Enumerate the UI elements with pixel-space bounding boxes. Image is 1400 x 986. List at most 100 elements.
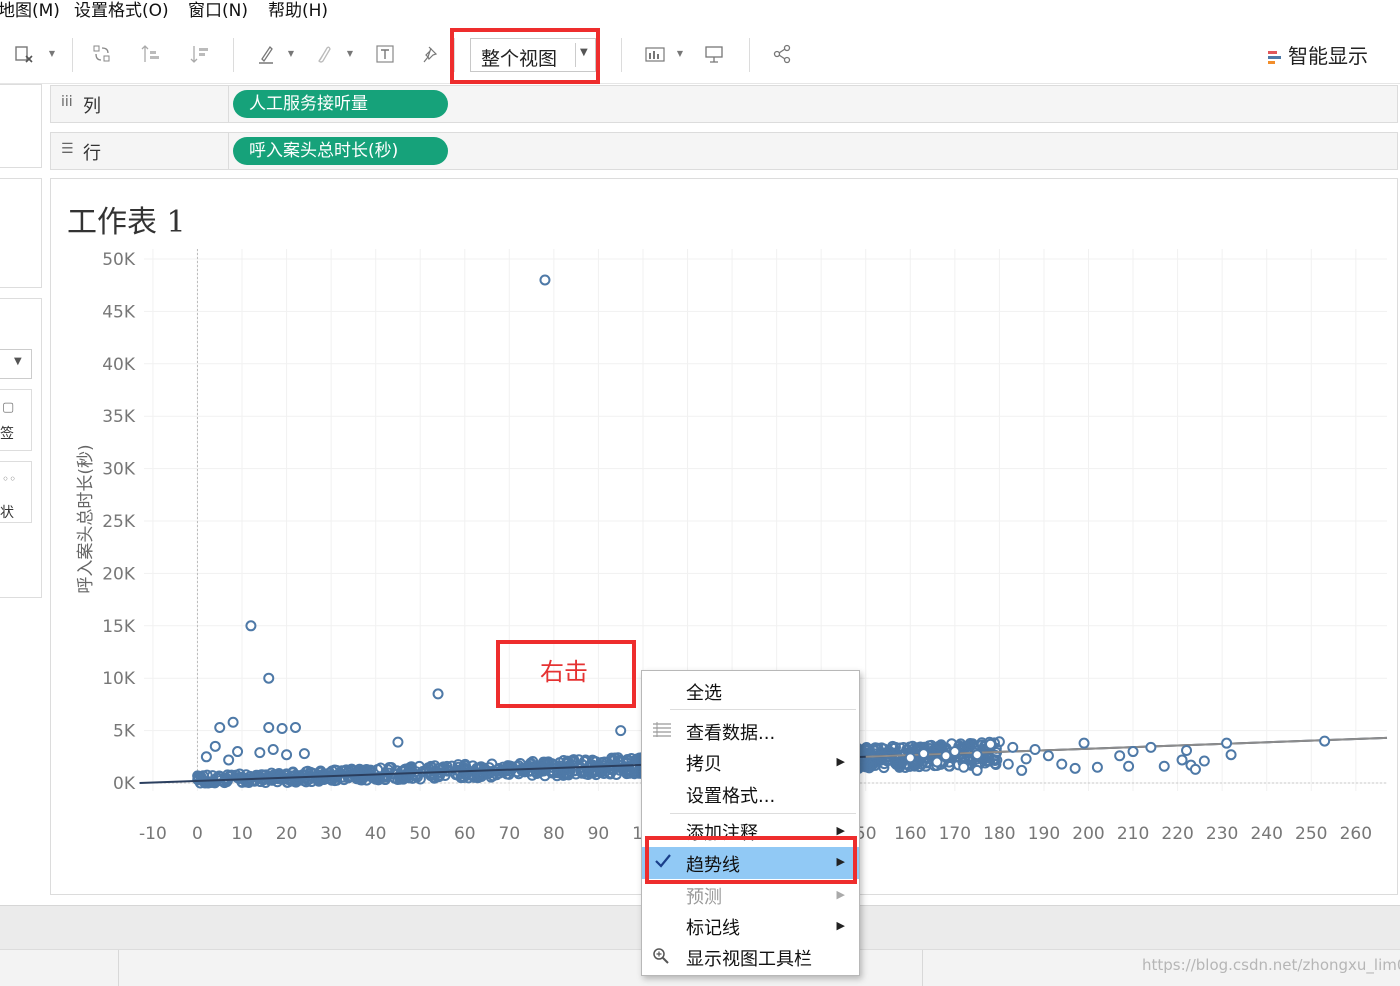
scatter-point	[298, 748, 310, 760]
y-tick-label: 10K	[102, 669, 136, 689]
scatter-point	[432, 688, 444, 700]
pin-icon[interactable]	[419, 42, 443, 66]
scatter-point	[615, 725, 627, 737]
rows-field-pill[interactable]: 呼入案头总时长(秒)	[233, 137, 448, 165]
share-icon[interactable]	[770, 42, 794, 66]
show-cards-dropdown-icon[interactable]: ▼	[675, 42, 685, 66]
sort-descending-icon[interactable]	[188, 42, 212, 66]
x-tick-label: 220	[1161, 824, 1193, 844]
menu-separator	[670, 813, 856, 814]
group-dropdown-icon[interactable]: ▼	[345, 42, 355, 66]
scatter-point	[1029, 743, 1041, 755]
menu-format[interactable]: 设置格式(O)	[74, 0, 169, 22]
shape-card-text: 状	[0, 505, 14, 521]
columns-shelf[interactable]: iii 列 人工服务接听量	[50, 85, 1398, 123]
columns-shelf-label: 列	[83, 96, 101, 117]
shape-card-icon: ◦◦	[2, 472, 17, 486]
rows-icon: ☰	[61, 141, 74, 157]
right-click-annotation: 右击	[540, 658, 588, 686]
toolbar-separator	[72, 38, 73, 72]
group-icon[interactable]	[311, 42, 335, 66]
menu-item-forecast[interactable]: 预测 ▶	[642, 880, 859, 910]
x-tick-label: 160	[894, 824, 926, 844]
y-tick-label: 20K	[102, 564, 136, 584]
scatter-point	[1078, 737, 1090, 749]
menu-window[interactable]: 窗口(N)	[188, 0, 248, 22]
scatter-point	[1016, 764, 1028, 776]
scatter-point	[267, 743, 279, 755]
smart-show-button[interactable]: 智能显示	[1268, 40, 1368, 68]
y-tick-label: 40K	[102, 355, 136, 375]
scatter-point	[931, 756, 943, 768]
y-tick-label: 30K	[102, 460, 136, 480]
x-tick-label: 190	[1028, 824, 1060, 844]
y-tick-label: 35K	[102, 407, 136, 427]
scatter-point	[392, 736, 404, 748]
scatter-point	[1114, 750, 1126, 762]
scatter-point	[1225, 749, 1237, 761]
chevron-down-icon: ▼	[14, 356, 22, 367]
scatter-point	[918, 748, 930, 760]
x-tick-label: 0	[192, 824, 203, 844]
menu-separator	[670, 709, 856, 710]
scatter-point	[254, 747, 266, 759]
swap-rows-columns-icon[interactable]	[90, 42, 114, 66]
menu-item-select-all[interactable]: 全选	[642, 676, 859, 706]
toolbar-separator	[233, 38, 234, 72]
left-pages-panel	[0, 84, 42, 168]
left-filters-panel	[0, 178, 42, 288]
scatter-point	[1020, 753, 1032, 765]
menu-item-show-view-toolbar[interactable]: 显示视图工具栏	[642, 942, 859, 972]
y-tick-label: 25K	[102, 512, 136, 532]
presentation-icon[interactable]	[702, 42, 726, 66]
x-tick-label: 30	[320, 824, 342, 844]
scatter-point	[1221, 737, 1233, 749]
toolbar-separator	[749, 38, 750, 72]
scatter-point	[276, 723, 288, 735]
menu-item-reference-line[interactable]: 标记线 ▶	[642, 911, 859, 941]
highlight-dropdown-icon[interactable]: ▼	[286, 42, 296, 66]
rows-shelf[interactable]: ☰ 行 呼入案头总时长(秒)	[50, 132, 1398, 170]
submenu-arrow-icon: ▶	[836, 755, 845, 768]
mark-type-select[interactable]: ▼	[0, 349, 32, 379]
menu-item-copy[interactable]: 拷贝 ▶	[642, 747, 859, 777]
scatter-point	[1127, 746, 1139, 758]
menu-help[interactable]: 帮助(H)	[268, 0, 328, 22]
y-axis-label: 呼入案头总时长(秒)	[76, 444, 96, 593]
columns-field-pill[interactable]: 人工服务接听量	[233, 90, 448, 118]
clear-sheet-icon[interactable]	[12, 42, 36, 66]
view-data-icon	[652, 721, 672, 741]
scatter-point	[1319, 735, 1331, 747]
highlight-icon[interactable]	[254, 42, 278, 66]
x-tick-label: 240	[1250, 824, 1282, 844]
scatter-point	[971, 749, 983, 761]
shape-card[interactable]: ◦◦ 状	[0, 461, 32, 523]
x-tick-label: 20	[276, 824, 298, 844]
y-tick-label: 45K	[102, 302, 136, 322]
menu-item-label: 查看数据...	[686, 723, 776, 744]
menu-item-label: 显示视图工具栏	[686, 949, 812, 970]
scatter-point	[1042, 750, 1054, 762]
scatter-point	[200, 751, 212, 763]
submenu-arrow-icon: ▶	[836, 919, 845, 932]
y-tick-label: 5K	[113, 722, 136, 742]
scatter-point	[232, 746, 244, 758]
clear-dropdown-icon[interactable]: ▼	[47, 42, 57, 66]
context-menu: 全选 查看数据... 拷贝 ▶ 设置格式... 添加注释 ▶ 趋势线 ▶ 预测 …	[641, 670, 860, 976]
menu-item-label: 预测	[686, 887, 722, 908]
columns-shelf-title: iii 列	[51, 86, 229, 122]
scatter-point	[984, 738, 996, 750]
label-card-text: 签	[0, 426, 14, 442]
scatter-point	[289, 721, 301, 733]
menu-map[interactable]: 地图(M)	[0, 0, 60, 22]
sort-ascending-icon[interactable]	[139, 42, 163, 66]
scatter-point	[263, 721, 275, 733]
scatter-point	[214, 721, 226, 733]
label-card[interactable]: ▢ 签	[0, 389, 32, 451]
show-cards-icon[interactable]	[643, 42, 667, 66]
x-tick-label: 40	[365, 824, 387, 844]
menu-item-format[interactable]: 设置格式...	[642, 779, 859, 809]
label-icon[interactable]	[373, 42, 397, 66]
menu-item-view-data[interactable]: 查看数据...	[642, 716, 859, 746]
x-tick-label: 70	[499, 824, 521, 844]
